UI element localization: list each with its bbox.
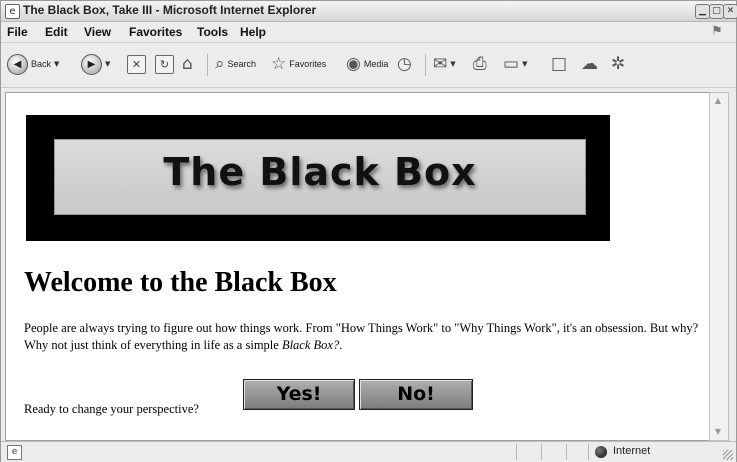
back-button[interactable]: ◀ Back ▼ — [7, 51, 59, 77]
status-divider — [566, 444, 567, 460]
discuss-button[interactable]: □ — [551, 51, 567, 77]
favorites-star-icon: ☆ — [271, 53, 287, 74]
page-status-icon: e — [7, 445, 22, 460]
refresh-icon: ↻ — [155, 54, 174, 74]
vertical-scrollbar[interactable]: ▲ ▼ — [709, 92, 729, 441]
close-button[interactable]: ✕ — [723, 4, 737, 19]
chevron-down-icon: ▼ — [105, 60, 111, 68]
menu-bar: File Edit View Favorites Tools Help ⚑ — [1, 22, 736, 43]
favorites-button[interactable]: ☆ Favorites — [271, 51, 326, 77]
page-heading: Welcome to the Black Box — [24, 267, 337, 298]
no-button[interactable]: No! — [359, 379, 473, 410]
minimize-button[interactable]: ▁ — [695, 4, 710, 19]
globe-icon — [595, 446, 607, 458]
maximize-button[interactable]: □ — [709, 4, 724, 19]
yes-button[interactable]: Yes! — [243, 379, 355, 410]
forward-button[interactable]: ▶ ▼ — [81, 51, 110, 77]
title-bar: e The Black Box, Take III - Microsoft In… — [1, 1, 737, 22]
messenger-button[interactable]: ☁ — [581, 51, 598, 77]
menu-tools[interactable]: Tools — [197, 25, 228, 39]
standard-toolbar: ◀ Back ▼ ▶ ▼ ✕ ↻ ⌂ ⌕ Search ☆ Favorites … — [1, 43, 736, 88]
forward-icon: ▶ — [81, 53, 102, 75]
browser-window: e The Black Box, Take III - Microsoft In… — [0, 0, 737, 462]
menu-favorites[interactable]: Favorites — [129, 25, 182, 39]
status-divider — [516, 444, 517, 460]
search-button[interactable]: ⌕ Search — [215, 51, 256, 77]
stop-button[interactable]: ✕ — [127, 51, 146, 77]
status-divider — [588, 444, 589, 460]
messenger-icon: ☁ — [581, 53, 598, 74]
edit-button[interactable]: ▭ ▼ — [503, 51, 527, 77]
banner-title: The Black Box — [163, 150, 477, 194]
history-button[interactable]: ◷ — [397, 51, 412, 77]
intro-paragraph: People are always trying to figure out h… — [24, 321, 699, 352]
research-button[interactable]: ✲ — [611, 51, 625, 77]
scroll-down-icon[interactable]: ▼ — [712, 426, 724, 438]
security-zone: Internet — [613, 445, 651, 457]
refresh-button[interactable]: ↻ — [155, 51, 174, 77]
toolbar-separator — [207, 54, 208, 76]
scroll-up-icon[interactable]: ▲ — [712, 95, 724, 107]
banner-panel: The Black Box — [54, 139, 586, 215]
discuss-icon: □ — [551, 53, 568, 74]
menu-help[interactable]: Help — [240, 25, 266, 39]
print-icon: ⎙ — [473, 53, 487, 74]
chevron-down-icon: ▼ — [54, 60, 60, 68]
page-viewport: The Black Box Welcome to the Black Box P… — [5, 92, 710, 441]
chevron-down-icon: ▼ — [522, 60, 528, 68]
banner: The Black Box — [26, 115, 610, 241]
menu-file[interactable]: File — [7, 25, 28, 39]
window-title: The Black Box, Take III - Microsoft Inte… — [23, 3, 317, 17]
back-icon: ◀ — [7, 53, 28, 75]
history-icon: ◷ — [397, 53, 412, 74]
media-icon: ◉ — [346, 53, 361, 74]
menu-view[interactable]: View — [84, 25, 111, 39]
status-bar: e Internet — [1, 441, 736, 462]
media-button[interactable]: ◉ Media — [346, 51, 388, 77]
mail-button[interactable]: ✉ ▼ — [433, 51, 456, 77]
edit-icon: ▭ — [503, 53, 520, 74]
black-box-emphasis: Black Box? — [281, 338, 340, 352]
windows-flag-icon: ⚑ — [711, 24, 723, 39]
home-button[interactable]: ⌂ — [182, 51, 193, 77]
stop-icon: ✕ — [127, 54, 146, 74]
research-icon: ✲ — [611, 53, 626, 74]
menu-edit[interactable]: Edit — [45, 25, 68, 39]
mail-icon: ✉ — [433, 53, 448, 74]
home-icon: ⌂ — [182, 53, 193, 74]
search-icon: ⌕ — [215, 53, 225, 74]
toolbar-separator — [425, 54, 426, 76]
chevron-down-icon: ▼ — [450, 60, 456, 68]
ie-page-icon: e — [5, 4, 20, 19]
status-divider — [541, 444, 542, 460]
print-button[interactable]: ⎙ — [473, 51, 487, 77]
perspective-prompt: Ready to change your perspective? — [24, 402, 199, 416]
resize-grip[interactable] — [723, 450, 733, 460]
